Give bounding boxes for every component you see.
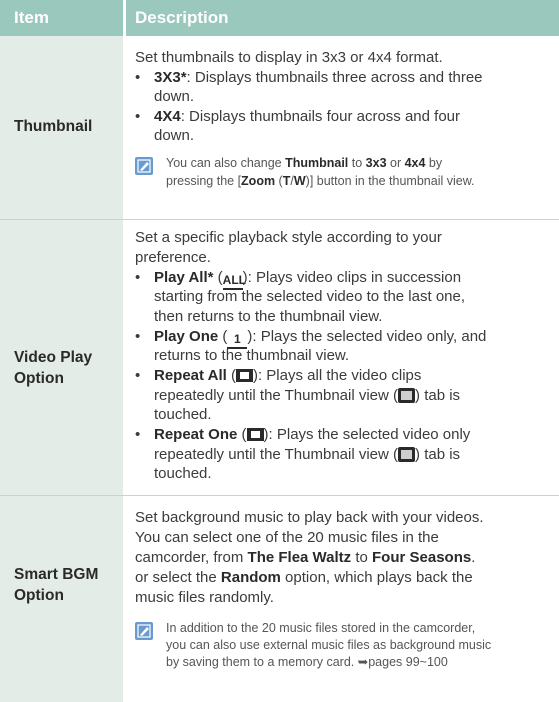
item-label: Smart BGM <box>14 566 99 583</box>
paragraph: or select the Random option, which plays… <box>135 569 473 586</box>
thumbnail-view-icon <box>398 447 416 462</box>
desc-cell-video-play-option: Set a specific playback style according … <box>135 229 487 482</box>
item-label: Thumbnail <box>14 118 93 135</box>
item-cell-video-play-option: Video Play Option <box>0 220 123 495</box>
thumbnail-view-icon <box>398 388 416 403</box>
item-label: Option <box>14 587 64 604</box>
desc-cell-thumbnail: Set thumbnails to display in 3x3 or 4x4 … <box>135 49 483 188</box>
header-divider <box>123 0 126 36</box>
header-description: Description <box>135 8 229 27</box>
paragraph: Set a specific playback style according … <box>135 229 442 246</box>
item-cell-smart-bgm-option: Smart BGM Option <box>0 496 123 702</box>
header-item: Item <box>14 8 49 27</box>
note-icon <box>135 157 153 175</box>
desc-cell-smart-bgm-option: Set background music to play back with y… <box>135 509 492 669</box>
paragraph: music files randomly. <box>135 589 274 606</box>
item-label: Option <box>14 370 64 387</box>
repeat-all-icon <box>235 369 253 382</box>
paragraph: You can select one of the 20 music files… <box>135 529 439 546</box>
table-header: Item Description <box>0 0 559 36</box>
item-label: Video Play <box>14 349 93 366</box>
paragraph: Set background music to play back with y… <box>135 509 484 526</box>
note-icon <box>135 622 153 640</box>
paragraph: camcorder, from The Flea Waltz to Four S… <box>135 549 476 566</box>
item-cell-thumbnail: Thumbnail <box>0 36 123 219</box>
paragraph: Set thumbnails to display in 3x3 or 4x4 … <box>135 49 443 66</box>
repeat-one-icon <box>246 428 264 441</box>
paragraph: preference. <box>135 249 211 266</box>
